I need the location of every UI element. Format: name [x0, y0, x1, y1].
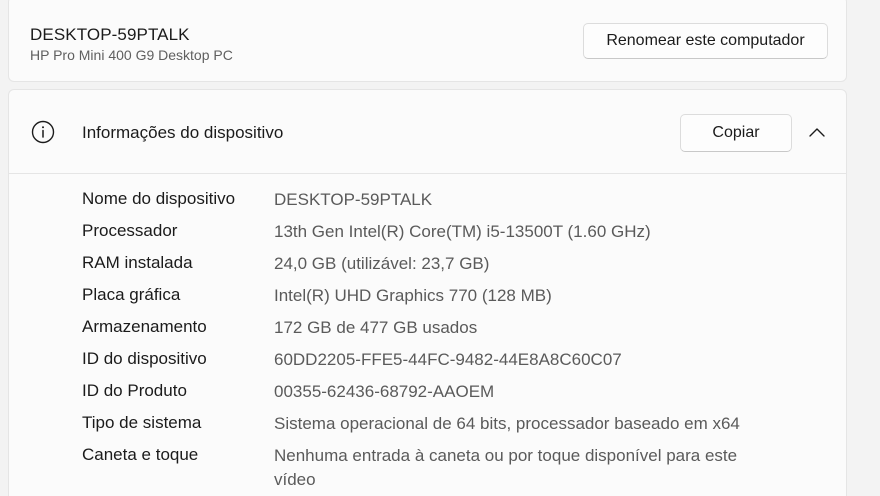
spec-value: DESKTOP-59PTALK [274, 190, 433, 209]
computer-name: DESKTOP-59PTALK [30, 25, 190, 44]
info-circle-icon [31, 120, 55, 144]
spec-value: Sistema operacional de 64 bits, processa… [274, 414, 740, 433]
spec-label: Armazenamento [82, 317, 207, 336]
spec-label: Caneta e toque [82, 445, 199, 464]
spec-row-product-id: ID do Produto 00355-62436-68792-AAOEM [82, 380, 822, 412]
spec-row-device-id: ID do dispositivo 60DD2205-FFE5-44FC-948… [82, 348, 822, 380]
spec-row-storage: Armazenamento 172 GB de 477 GB usados [82, 316, 822, 348]
chevron-up-icon[interactable] [806, 122, 828, 144]
spec-row-pen-touch: Caneta e toque Nenhuma entrada à caneta … [82, 444, 822, 492]
spec-value: 60DD2205-FFE5-44FC-9482-44E8A8C60C07 [274, 350, 622, 369]
spec-row-graphics: Placa gráfica Intel(R) UHD Graphics 770 … [82, 284, 822, 316]
spec-label: RAM instalada [82, 253, 193, 272]
device-info-header[interactable]: Informações do dispositivo Copiar [9, 90, 846, 174]
spec-label: Processador [82, 221, 178, 240]
settings-page: DESKTOP-59PTALK HP Pro Mini 400 G9 Deskt… [0, 0, 880, 496]
device-info-card: Informações do dispositivo Copiar Nome d… [8, 89, 847, 496]
computer-name-card: DESKTOP-59PTALK HP Pro Mini 400 G9 Deskt… [8, 0, 847, 82]
device-specs-list: Nome do dispositivo DESKTOP-59PTALK Proc… [82, 188, 822, 492]
device-info-title: Informações do dispositivo [82, 123, 284, 142]
spec-value: 00355-62436-68792-AAOEM [274, 382, 495, 401]
copy-button[interactable]: Copiar [680, 114, 792, 152]
spec-row-device-name: Nome do dispositivo DESKTOP-59PTALK [82, 188, 822, 220]
spec-value: 24,0 GB (utilizável: 23,7 GB) [274, 254, 490, 273]
spec-value: Nenhuma entrada à caneta ou por toque di… [274, 446, 738, 489]
spec-row-system-type: Tipo de sistema Sistema operacional de 6… [82, 412, 822, 444]
spec-label: ID do dispositivo [82, 349, 207, 368]
spec-row-ram: RAM instalada 24,0 GB (utilizável: 23,7 … [82, 252, 822, 284]
computer-model: HP Pro Mini 400 G9 Desktop PC [30, 47, 233, 63]
spec-label: ID do Produto [82, 381, 187, 400]
spec-value: 172 GB de 477 GB usados [274, 318, 478, 337]
rename-computer-button[interactable]: Renomear este computador [583, 23, 828, 59]
spec-label: Placa gráfica [82, 285, 181, 304]
spec-row-processor: Processador 13th Gen Intel(R) Core(TM) i… [82, 220, 822, 252]
spec-label: Tipo de sistema [82, 413, 202, 432]
spec-value: Intel(R) UHD Graphics 770 (128 MB) [274, 286, 552, 305]
spec-label: Nome do dispositivo [82, 189, 236, 208]
spec-value: 13th Gen Intel(R) Core(TM) i5-13500T (1.… [274, 222, 651, 241]
